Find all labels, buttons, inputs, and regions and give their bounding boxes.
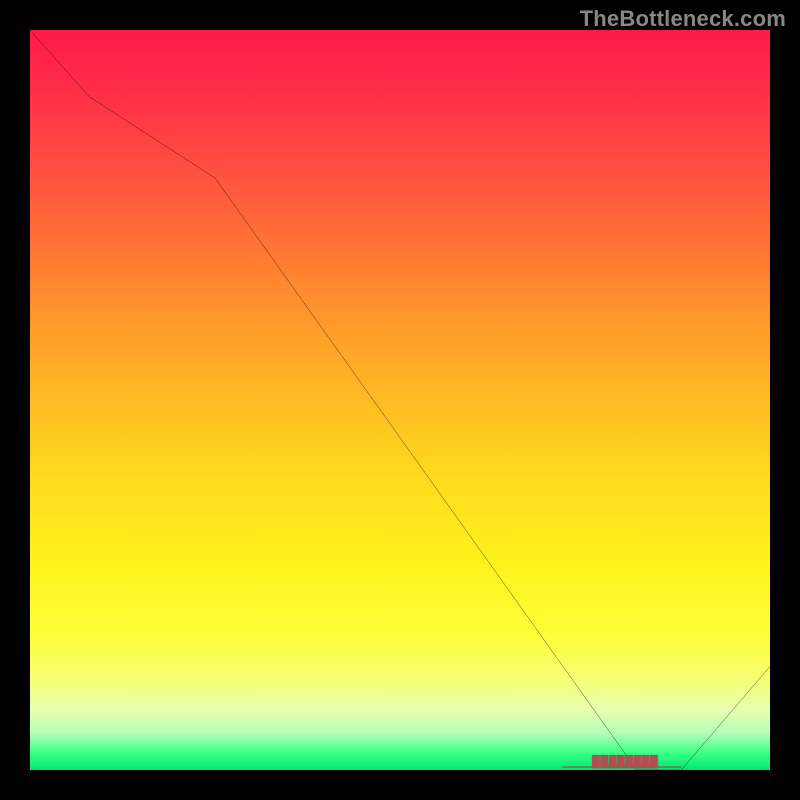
plot-inner: ████████: [30, 30, 770, 770]
plot-area: ████████: [30, 30, 770, 770]
watermark-text: TheBottleneck.com: [580, 6, 786, 32]
line-curve: [30, 30, 770, 770]
marker-label: ████████: [592, 756, 658, 768]
chart-canvas: TheBottleneck.com ████████: [0, 0, 800, 800]
